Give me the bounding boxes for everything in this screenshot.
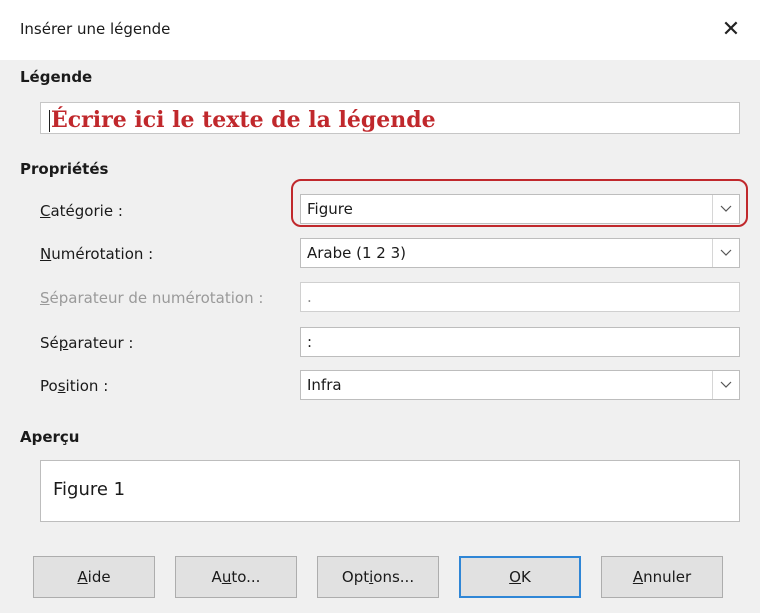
properties-section-title: Propriétés xyxy=(20,160,109,178)
position-select-value: Infra xyxy=(307,376,342,394)
ok-button-rest: K xyxy=(520,568,531,586)
chevron-down-icon[interactable] xyxy=(712,239,739,267)
cancel-button-rest: nnuler xyxy=(643,568,692,586)
numbering-separator-label-rest: éparateur de numérotation : xyxy=(49,289,264,307)
caption-section-title: Légende xyxy=(20,68,93,86)
separator-label: Séparateur : xyxy=(40,334,133,352)
help-button-mnemonic: A xyxy=(77,568,88,586)
category-select[interactable]: Figure xyxy=(300,194,740,224)
chevron-down-icon[interactable] xyxy=(712,195,739,223)
chevron-down-icon[interactable] xyxy=(712,371,739,399)
separator-label-rest: arateur : xyxy=(68,334,134,352)
cancel-button[interactable]: Annuler xyxy=(601,556,723,598)
numbering-separator-input: . xyxy=(300,282,740,312)
preview-section-title: Aperçu xyxy=(20,428,80,446)
auto-button-rest: to... xyxy=(231,568,261,586)
numbering-label-mnemonic: N xyxy=(40,245,52,263)
separator-label-mnemonic: p xyxy=(58,334,69,352)
close-icon: ✕ xyxy=(721,16,741,42)
numbering-separator-value: . xyxy=(307,288,312,306)
auto-button-prefix: A xyxy=(211,568,222,586)
options-button-prefix: Opt xyxy=(341,568,370,586)
text-caret xyxy=(49,110,50,132)
preview-box: Figure 1 xyxy=(40,460,740,522)
help-button[interactable]: Aide xyxy=(33,556,155,598)
category-select-value: Figure xyxy=(307,200,353,218)
numbering-label: Numérotation : xyxy=(40,245,153,263)
position-label: Position : xyxy=(40,377,108,395)
category-label-rest: atégorie : xyxy=(50,202,123,220)
position-label-rest: ition : xyxy=(65,377,109,395)
help-button-rest: ide xyxy=(87,568,111,586)
ok-button[interactable]: OK xyxy=(459,556,581,598)
close-button[interactable]: ✕ xyxy=(716,14,746,44)
caption-text-value: Écrire ici le texte de la légende xyxy=(51,107,436,133)
category-label-mnemonic: C xyxy=(40,202,51,220)
dialog-title: Insérer une légende xyxy=(20,20,171,38)
preview-text: Figure 1 xyxy=(53,479,126,500)
numbering-label-rest: umérotation : xyxy=(51,245,154,263)
separator-value: : xyxy=(307,333,313,351)
separator-label-prefix: Sé xyxy=(40,334,59,352)
position-label-mnemonic: s xyxy=(57,377,66,395)
position-label-prefix: Po xyxy=(40,377,58,395)
options-button-rest: ons... xyxy=(373,568,415,586)
options-button[interactable]: Opt i ons... xyxy=(317,556,439,598)
title-bar: Insérer une légende ✕ xyxy=(0,0,760,60)
caption-text-input[interactable]: Écrire ici le texte de la légende xyxy=(40,102,740,134)
position-select[interactable]: Infra xyxy=(300,370,740,400)
numbering-select[interactable]: Arabe (1 2 3) xyxy=(300,238,740,268)
cancel-button-mnemonic: A xyxy=(632,568,644,586)
auto-button-mnemonic: u xyxy=(221,568,232,586)
ok-button-mnemonic: O xyxy=(509,568,521,586)
numbering-separator-label-mnemonic: S xyxy=(40,289,50,307)
category-label: Catégorie : xyxy=(40,202,123,220)
numbering-separator-label: Séparateur de numérotation : xyxy=(40,289,263,307)
separator-input[interactable]: : xyxy=(300,327,740,357)
auto-button[interactable]: Au to... xyxy=(175,556,297,598)
numbering-select-value: Arabe (1 2 3) xyxy=(307,244,407,262)
insert-caption-dialog: Insérer une légende ✕ Légende Écrire ici… xyxy=(0,0,760,613)
